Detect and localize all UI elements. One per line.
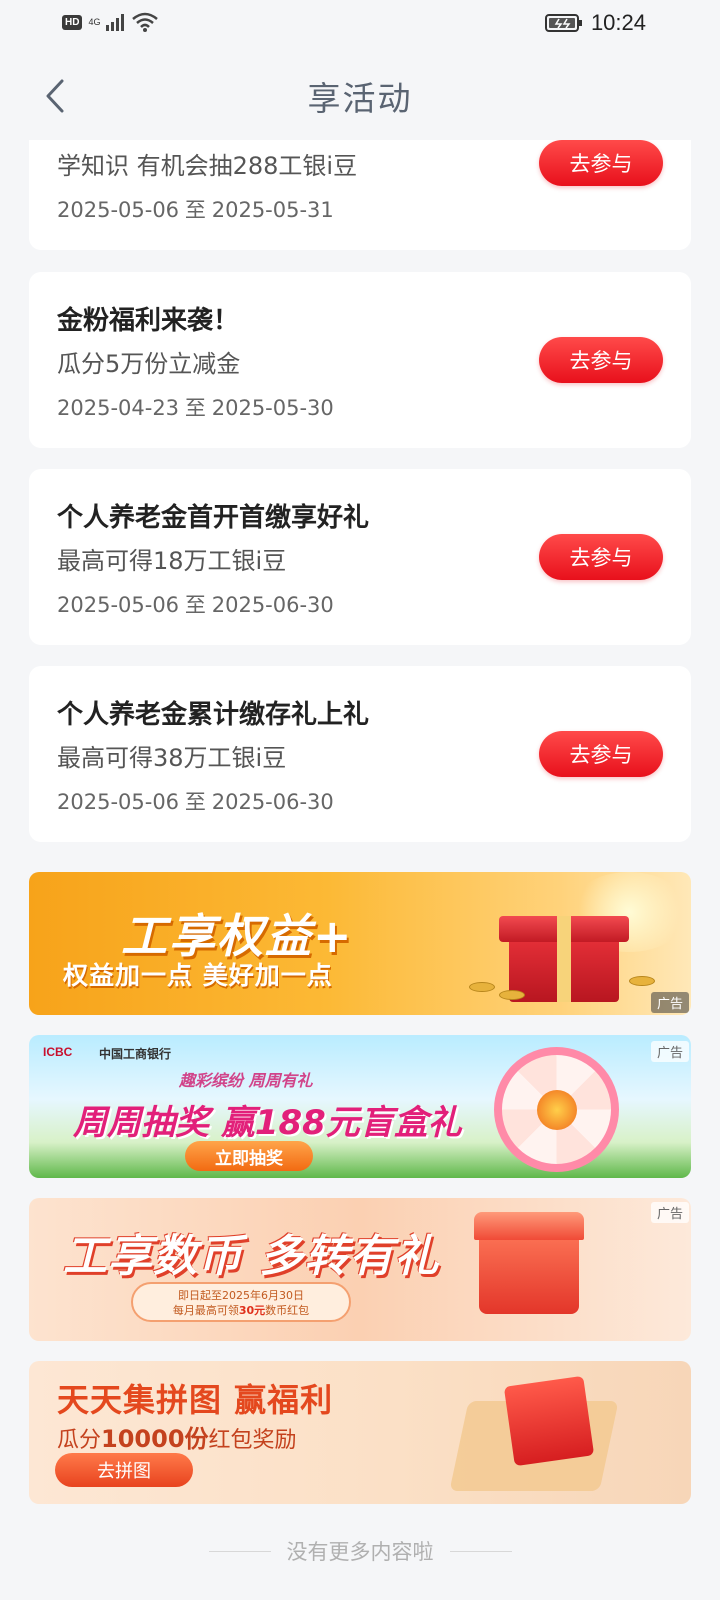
join-button[interactable]: 去参与	[539, 140, 663, 186]
wheel-center-icon	[537, 1090, 577, 1130]
date-separator: 至	[184, 198, 206, 222]
coin-icon	[629, 976, 655, 986]
divider-right	[449, 1550, 512, 1552]
activity-title: 个人养老金累计缴存礼上礼	[57, 700, 370, 730]
activity-date-range: 2025-05-06 至 2025-06-30	[57, 786, 334, 816]
banner-headline: 天天集拼图 赢福利	[57, 1381, 334, 1419]
activity-date-range: 2025-05-06 至 2025-05-31	[57, 194, 334, 224]
promo-banner-lottery[interactable]: ICBC 中国工商银行 趣彩缤纷 周周有礼 周周抽奖 赢188元盲盒礼 立即抽奖…	[29, 1035, 691, 1178]
battery-icon	[544, 14, 582, 32]
activity-subtitle: 最高可得18万工银i豆	[57, 547, 287, 575]
no-more-text: 没有更多内容啦	[286, 1540, 434, 1564]
page-title: 享活动	[307, 79, 413, 118]
banner-subline: 瓜分10000份红包奖励	[57, 1419, 297, 1454]
activity-card[interactable]: 个人养老金首开首缴享好礼 最高可得18万工银i豆 2025-05-06 至 20…	[29, 469, 691, 645]
ad-label: 广告	[650, 1041, 689, 1062]
date-end: 2025-06-30	[211, 593, 334, 617]
date-separator: 至	[184, 790, 206, 814]
pill-reward-amount: 30元	[238, 1304, 266, 1317]
activity-card[interactable]: 个人养老金累计缴存礼上礼 最高可得38万工银i豆 2025-05-06 至 20…	[29, 666, 691, 842]
join-button[interactable]: 去参与	[539, 534, 663, 580]
gift-box-icon	[499, 902, 629, 1002]
coin-icon	[469, 982, 495, 992]
banner-subline: 权益加一点 美好加一点	[63, 961, 333, 990]
pill-reward-line: 每月最高可领30元数币红包	[133, 1303, 349, 1318]
date-end: 2025-05-30	[211, 396, 334, 420]
date-end: 2025-05-31	[211, 198, 334, 222]
wifi-icon	[132, 12, 159, 32]
date-separator: 至	[184, 396, 206, 420]
date-end: 2025-06-30	[211, 790, 334, 814]
activity-subtitle: 瓜分5万份立减金	[57, 350, 241, 378]
promo-banner-digital-currency[interactable]: 工享数币 多转有礼 即日起至2025年6月30日 每月最高可领30元数币红包 广…	[29, 1198, 691, 1341]
banner-headline: 工享数币 多转有礼	[63, 1231, 440, 1282]
icbc-logo: ICBC	[43, 1045, 73, 1059]
date-start: 2025-05-06	[57, 198, 180, 222]
activity-date-range: 2025-05-06 至 2025-06-30	[57, 589, 334, 619]
status-right: 10:24	[544, 10, 646, 36]
red-envelope-icon	[503, 1375, 595, 1467]
divider-left	[208, 1550, 271, 1552]
pill-reward-c: 数币红包	[265, 1304, 310, 1317]
activity-title: 个人养老金首开首缴享好礼	[57, 503, 370, 533]
banner-slogan: 趣彩缤纷 周周有礼	[179, 1071, 313, 1090]
activity-card[interactable]: 金粉福利来袭！ 瓜分5万份立减金 2025-04-23 至 2025-05-30…	[29, 272, 691, 448]
promo-banner-rights[interactable]: 工享权益+ 权益加一点 美好加一点 广告	[29, 872, 691, 1015]
hd-badge: HD	[62, 14, 83, 30]
clock: 10:24	[590, 10, 646, 35]
join-button[interactable]: 去参与	[539, 731, 663, 777]
date-separator: 至	[184, 593, 206, 617]
promo-banner-puzzle[interactable]: 天天集拼图 赢福利 瓜分10000份红包奖励 去拼图	[29, 1361, 691, 1504]
activity-title: 金粉福利来袭！	[57, 306, 240, 336]
join-button[interactable]: 去参与	[539, 337, 663, 383]
pill-date-line: 即日起至2025年6月30日	[178, 1289, 304, 1302]
sub-c: 红包奖励	[208, 1428, 297, 1453]
activity-subtitle: 学知识 有机会抽288工银i豆	[57, 152, 358, 180]
sub-a: 瓜分	[57, 1428, 102, 1453]
pill-reward-a: 每月最高可领	[172, 1304, 239, 1317]
banner-info-pill: 即日起至2025年6月30日 每月最高可领30元数币红包	[131, 1282, 351, 1322]
date-start: 2025-05-06	[57, 593, 180, 617]
sub-amount: 10000份	[101, 1425, 209, 1453]
gift-box-ribbon	[557, 916, 571, 1002]
ad-label: 广告	[650, 1202, 689, 1223]
activity-date-range: 2025-04-23 至 2025-05-30	[57, 392, 334, 422]
date-start: 2025-04-23	[57, 396, 180, 420]
status-bar: HD 4G 10:24	[0, 0, 720, 52]
network-type: 4G	[88, 16, 101, 27]
nav-bar: 享活动	[0, 52, 720, 140]
date-start: 2025-05-06	[57, 790, 180, 814]
status-left: HD 4G	[62, 12, 159, 32]
ad-label: 广告	[650, 992, 689, 1013]
coin-icon	[499, 990, 525, 1000]
list-end-footer: 没有更多内容啦	[0, 1536, 720, 1566]
lottery-cta-button[interactable]: 立即抽奖	[185, 1141, 313, 1171]
treasure-chest-lid	[474, 1212, 584, 1240]
bank-name: 中国工商银行	[99, 1047, 172, 1061]
signal-icon	[106, 14, 125, 31]
puzzle-cta-button[interactable]: 去拼图	[55, 1453, 193, 1487]
banner-headline: 周周抽奖 赢188元盲盒礼	[73, 1103, 462, 1143]
activity-subtitle: 最高可得38万工银i豆	[57, 744, 287, 772]
